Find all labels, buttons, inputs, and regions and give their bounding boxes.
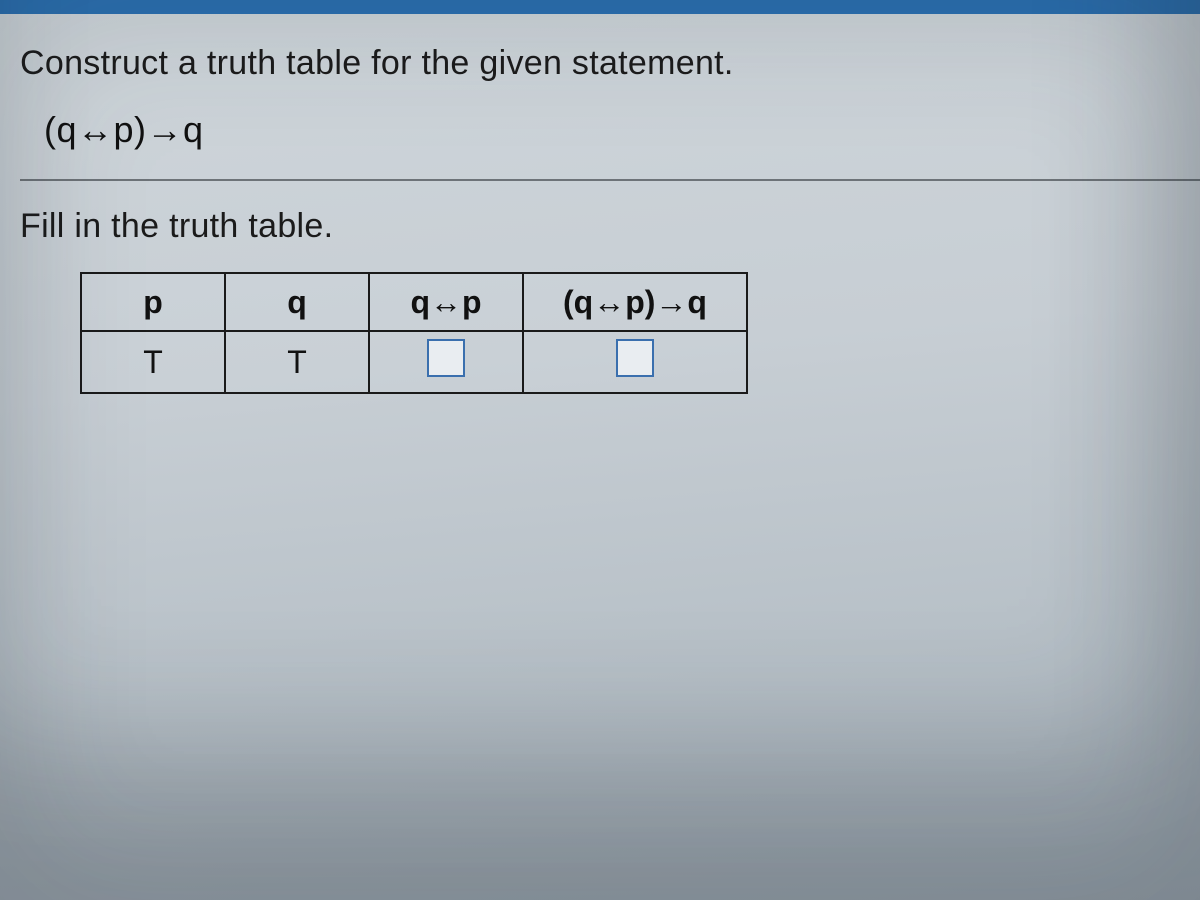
table-header-row: p q q↔p (q↔p)→q: [81, 273, 747, 331]
fill-instruction-text: Fill in the truth table.: [20, 207, 1180, 246]
table-row: T T: [81, 331, 747, 393]
header-biconditional: q↔p: [369, 273, 523, 331]
answer-input-biconditional[interactable]: [427, 339, 465, 377]
header-q: q: [225, 273, 369, 331]
answer-input-implication[interactable]: [616, 339, 654, 377]
header-implication: (q↔p)→q: [523, 273, 747, 331]
cell-biconditional-input: [369, 331, 523, 393]
header-p: p: [81, 273, 225, 331]
instruction-text: Construct a truth table for the given st…: [20, 44, 1180, 83]
cell-implication-input: [523, 331, 747, 393]
cell-q-value: T: [225, 331, 369, 393]
window-top-accent: [0, 0, 1200, 14]
cell-p-value: T: [81, 331, 225, 393]
divider: [20, 179, 1200, 181]
logical-statement: (q↔p)→q: [44, 109, 1180, 151]
question-content: Construct a truth table for the given st…: [0, 14, 1200, 394]
truth-table-container: p q q↔p (q↔p)→q T T: [80, 272, 1180, 394]
truth-table: p q q↔p (q↔p)→q T T: [80, 272, 748, 394]
